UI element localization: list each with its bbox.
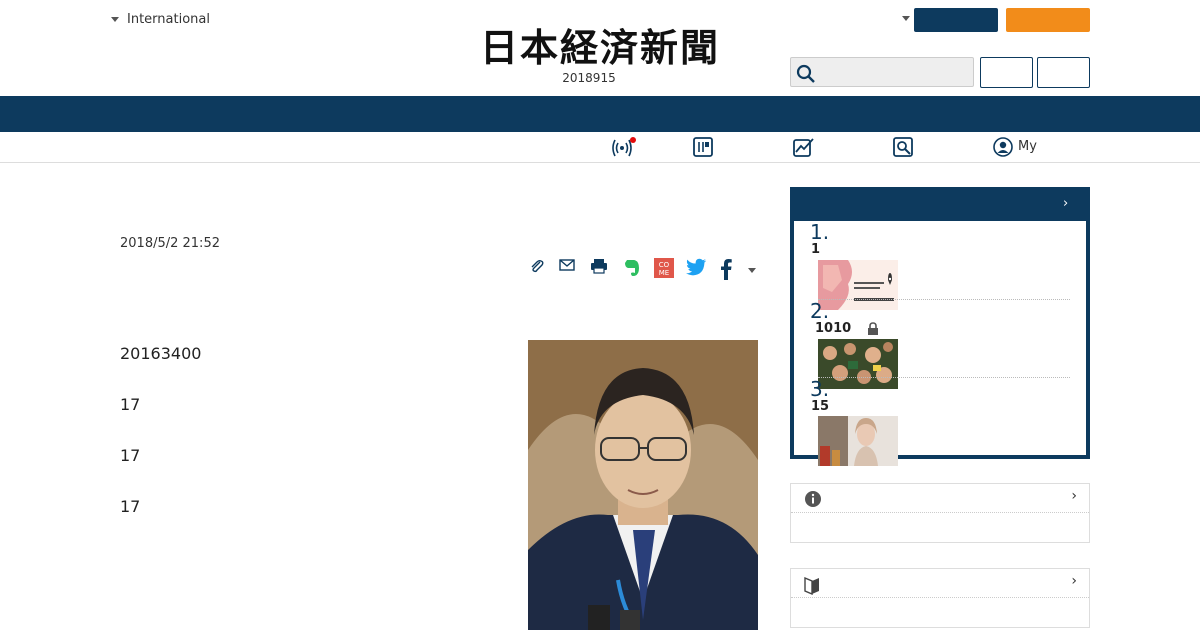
ranking-thumbnail[interactable] bbox=[818, 339, 898, 389]
divider bbox=[818, 377, 1070, 378]
ranking-title[interactable]: 1010 bbox=[815, 321, 851, 336]
twitter-icon[interactable] bbox=[686, 258, 707, 276]
beginner-mark-icon bbox=[804, 576, 819, 595]
caret-down-icon[interactable] bbox=[902, 16, 910, 21]
come-icon[interactable]: CO ME bbox=[654, 258, 674, 278]
outline-button-2[interactable] bbox=[1037, 57, 1090, 88]
lock-icon bbox=[868, 322, 878, 335]
evernote-icon[interactable] bbox=[623, 258, 641, 278]
facebook-icon[interactable] bbox=[719, 258, 733, 280]
main-nav-bar bbox=[0, 96, 1200, 132]
article-paragraph: 17 bbox=[120, 497, 141, 516]
broadcast-icon[interactable] bbox=[612, 137, 636, 157]
divider bbox=[791, 597, 1089, 598]
ranking-number: 1. bbox=[810, 220, 830, 244]
svg-text:ME: ME bbox=[659, 269, 669, 277]
chart-icon[interactable] bbox=[793, 137, 815, 157]
edition-selector[interactable]: International bbox=[111, 12, 210, 27]
chevron-right-icon[interactable]: › bbox=[1063, 196, 1068, 211]
edition-label: International bbox=[127, 12, 210, 27]
ranking-thumbnail[interactable] bbox=[818, 416, 898, 466]
header-date: 2018915 bbox=[562, 71, 616, 85]
ranking-title[interactable]: 1 bbox=[811, 242, 820, 257]
chevron-right-icon[interactable]: › bbox=[1071, 573, 1077, 589]
navy-button[interactable] bbox=[914, 8, 998, 32]
divider bbox=[791, 512, 1089, 513]
site-logo[interactable]: 日本経済新聞 bbox=[450, 28, 750, 68]
article-paragraph: 17 bbox=[120, 395, 141, 414]
search-input[interactable] bbox=[790, 57, 974, 87]
more-share-icon[interactable] bbox=[748, 268, 756, 273]
my-label[interactable]: My bbox=[1018, 139, 1037, 154]
article-paragraph: 20163400 bbox=[120, 344, 202, 363]
search-icon[interactable] bbox=[893, 137, 913, 157]
search-icon bbox=[796, 64, 815, 83]
ranking-title[interactable]: 15 bbox=[811, 399, 829, 414]
clip-icon[interactable] bbox=[529, 258, 545, 274]
orange-button[interactable] bbox=[1006, 8, 1090, 32]
article-photo bbox=[528, 340, 758, 630]
ranking-number: 2. bbox=[810, 299, 830, 323]
user-icon[interactable] bbox=[993, 137, 1013, 157]
info-icon bbox=[805, 491, 821, 507]
svg-text:CO: CO bbox=[659, 261, 670, 269]
article-timestamp: 2018/5/2 21:52 bbox=[120, 236, 220, 251]
newspaper-icon[interactable] bbox=[693, 137, 713, 157]
outline-button-1[interactable] bbox=[980, 57, 1033, 88]
ranking-thumbnail[interactable] bbox=[818, 260, 898, 310]
caret-down-icon bbox=[111, 17, 119, 22]
beginner-box[interactable]: › bbox=[790, 568, 1090, 628]
divider bbox=[818, 299, 1070, 300]
ranking-number: 3. bbox=[810, 377, 830, 401]
article-paragraph: 17 bbox=[120, 446, 141, 465]
print-icon[interactable] bbox=[590, 258, 608, 274]
chevron-right-icon[interactable]: › bbox=[1071, 488, 1077, 504]
mail-icon[interactable] bbox=[559, 258, 575, 272]
info-box[interactable]: › bbox=[790, 483, 1090, 543]
